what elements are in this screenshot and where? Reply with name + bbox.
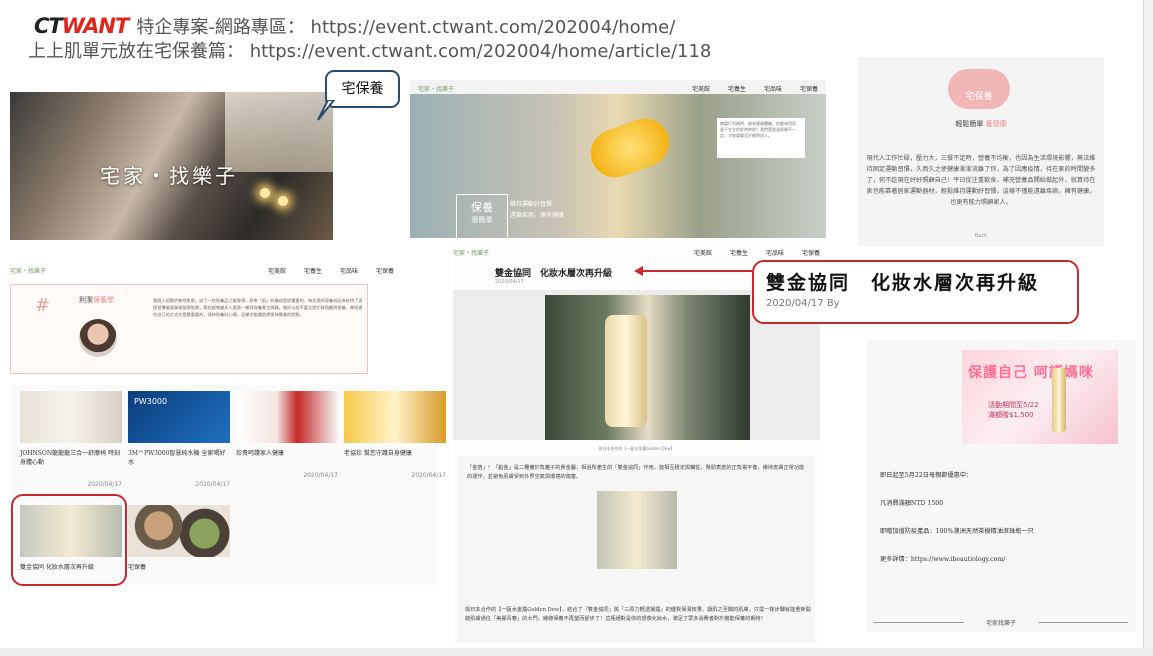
callout-tail [317, 100, 336, 121]
product-date: 2020/04/17 [411, 472, 446, 479]
product-title: JOHNSON龍龍龍三合一舒摩椅 時刻身體心動 [20, 450, 120, 466]
hash-icon: # [35, 295, 51, 316]
section-body: 現代人工作忙碌，壓力大，三餐不定時，營養不均衡，也因為生活環境影響，無法維持固定… [866, 155, 1096, 206]
banner-heading: 保護自己 呵護媽咪 [968, 365, 1094, 381]
nav-item[interactable]: 宅養生 [304, 266, 322, 275]
product-photo [597, 491, 677, 569]
nav-item[interactable]: 宅美館 [694, 248, 712, 257]
zoomed-title-callout: 雙金協同 化妝水層次再升級 2020/04/17 By [752, 260, 1079, 324]
section-badge: 保養 很簡單 [456, 194, 508, 240]
product-title: 宅保養 [128, 564, 147, 571]
product-date: 2020/04/17 [87, 481, 122, 488]
bottle-shape [605, 315, 647, 427]
site-brand[interactable]: 宅家・找樂子 [10, 266, 46, 275]
badge-tagline: 維持運動好習慣 遠離疾病，擁有健康 [510, 201, 565, 219]
toner-bottle-photo [545, 295, 750, 440]
promo-line: 凡消費滿額NTD 1500 [880, 500, 944, 507]
banner-details: 活動期間至5/22 滿額贈$1,500 [988, 401, 1039, 419]
ctwant-logo: CTWANT [34, 14, 129, 38]
nav-item[interactable]: 宅美館 [692, 84, 710, 93]
product-title: 3M™PW3000智慧純水機 全家喝好水 [128, 450, 226, 466]
product-card[interactable]: JOHNSON龍龍龍三合一舒摩椅 時刻身體心動 2020/04/17 [20, 391, 122, 488]
drinking-juice-photo: 無論打利鍋時，擁有健康體魄，前聽來得家，留下甘甘的舒時時刻！我們還滋滋照開不一定… [410, 94, 826, 240]
bottom-edge [0, 648, 1153, 656]
highlight-frame [11, 494, 127, 586]
product-card[interactable]: 宅保養 [128, 505, 230, 572]
header-line-1: 特企專案-網路專區： https://event.ctwant.com/2020… [136, 17, 676, 38]
product-card[interactable]: 老協珍 幫您守護自身健康 2020/04/17 [344, 391, 446, 479]
promo-line: 即贈加值防疫產品：100%澳洲天然茶樹精油滾珠瓶一只 [880, 528, 1034, 535]
zoomed-date: 2020/04/17 By [766, 298, 840, 309]
promo-footer: 宅家找樂子 [866, 618, 1136, 627]
candle-light [260, 188, 270, 198]
article-paragraph: 與日本合作的【一甌水金露Golden Dew】，結合了「雙金協同」與「三原力輕透… [465, 607, 811, 622]
promo-banner[interactable]: 保護自己 呵護媽咪 活動期間至5/22 滿額贈$1,500 [962, 350, 1118, 444]
promo-line: 即日起至5月22日母親節優惠中： [880, 472, 973, 479]
nav-item[interactable]: 宅保養 [802, 248, 820, 257]
article-title: 雙金協同 化妝水層次再升級 [495, 269, 613, 279]
blogger-name: 利潔保養學 [79, 296, 114, 304]
site-brand[interactable]: 宅家・找樂子 [453, 248, 489, 257]
window-edge [1143, 0, 1153, 656]
nav-item[interactable]: 宅保養 [376, 266, 394, 275]
pointer-arrow-head [634, 266, 643, 276]
water-purifier-image: PW3000 [128, 391, 230, 443]
product-card[interactable]: 珍貴呵護家人健康 2020/04/17 [236, 391, 338, 479]
section-logo: 宅保養 [948, 69, 1010, 109]
back-link[interactable]: Back [858, 233, 1104, 239]
nav-item[interactable]: 宅養生 [730, 248, 748, 257]
product-title: 老協珍 幫您守護自身健康 [344, 450, 412, 457]
massage-chair-image [20, 391, 122, 443]
juice-glass [584, 111, 676, 185]
article-paragraph: 「金箔」！「鉑金」是二種備於負離子的貴金屬，相過所產生的「雙金協同」作用，能相互… [467, 465, 805, 480]
product-date: 2020/04/17 [195, 481, 230, 488]
nav-item[interactable]: 宅品味 [764, 84, 782, 93]
nav-item[interactable]: 宅保養 [800, 84, 818, 93]
product-date: 2020/04/17 [303, 472, 338, 479]
blogger-text: 我個人認屬於敏性肌膚，試了一些保養品之後發現，原來「肌」的構成是很重要的，每次我… [153, 298, 363, 317]
product-title: 珍貴呵護家人健康 [236, 450, 285, 457]
homepage-screenshot[interactable]: 宅家・找樂子 宅美館 宅養生 宅品味 宅保養 無論打利鍋時，擁有健康體魄，前聽來… [410, 80, 826, 240]
nav-item[interactable]: 宅品味 [766, 248, 784, 257]
chicken-essence-image [344, 391, 446, 443]
intro-card: 無論打利鍋時，擁有健康體魄，前聽來得家，留下甘甘的舒時時刻！我們還滋滋照開不一定… [717, 118, 805, 158]
nav-item[interactable]: 宅品味 [340, 266, 358, 275]
image-caption: 與日本合作的【一甌水金露Golden Dew】 [598, 446, 675, 451]
product-card[interactable]: PW3000 3M™PW3000智慧純水機 全家喝好水 2020/04/17 [128, 391, 230, 488]
article-body: 「金箔」！「鉑金」是二種備於負離子的貴金屬，相過所產生的「雙金協同」作用，能相互… [457, 456, 815, 642]
site-nav: 宅家・找樂子 宅美館 宅養生 宅品味 宅保養 [10, 262, 394, 278]
zoomed-title: 雙金協同 化妝水層次再升級 [766, 272, 1040, 294]
nav-item[interactable]: 宅美館 [268, 266, 286, 275]
blogger-section: 宅家・找樂子 宅美館 宅養生 宅品味 宅保養 # 利潔保養學 我個人認屬於敏性肌… [10, 262, 398, 374]
nav-item[interactable]: 宅養生 [728, 84, 746, 93]
avatar [79, 319, 117, 357]
promo-link[interactable]: 更多詳情：https://www.ibeautiology.com/ [880, 554, 1005, 563]
pointer-arrow-line [640, 270, 752, 272]
supplement-image [236, 391, 338, 443]
oil-bottle-image [1052, 368, 1066, 432]
candle-light [278, 196, 288, 206]
section-intro-card: 宅保養 輕鬆簡單 養健康 現代人工作忙碌，壓力大，三餐不定時，營養不均衡，也因為… [858, 57, 1104, 246]
section-heading: 輕鬆簡單 養健康 [955, 120, 1007, 128]
header-line-2: 上上肌單元放在宅保養篇： https://event.ctwant.com/20… [28, 41, 712, 62]
hero-image-living-room[interactable]: 宅家・找樂子 [10, 92, 333, 240]
promo-card: 保護自己 呵護媽咪 活動期間至5/22 滿額贈$1,500 即日起至5月22日母親… [866, 340, 1136, 632]
blogger-box: # 利潔保養學 我個人認屬於敏性肌膚，試了一些保養品之後發現，原來「肌」的構成是… [10, 284, 368, 374]
site-nav: 宅家・找樂子 宅美館 宅養生 宅品味 宅保養 [453, 244, 820, 260]
slide-header: CTWANT 特企專案-網路專區： https://event.ctwant.co… [28, 14, 711, 64]
hero-title: 宅家・找樂子 [100, 164, 238, 188]
site-brand[interactable]: 宅家・找樂子 [418, 84, 454, 93]
article-date: 2020/04/17 [495, 279, 524, 285]
healthy-food-image [128, 505, 230, 557]
